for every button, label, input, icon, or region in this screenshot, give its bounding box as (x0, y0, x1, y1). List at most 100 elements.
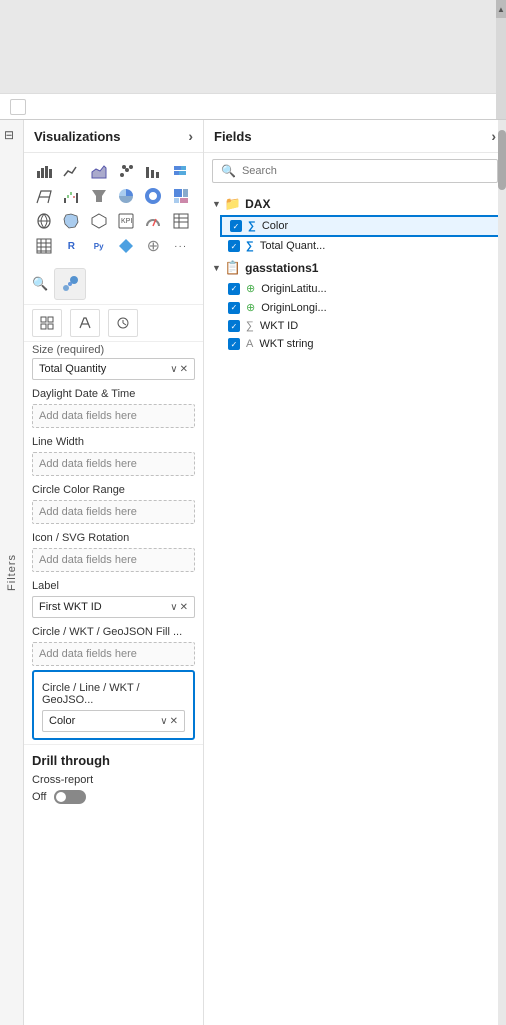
more-icon[interactable]: ··· (169, 234, 193, 258)
wkt-id-field-item[interactable]: ✓ ∑ WKT ID (220, 317, 506, 335)
fields-search-icon: 🔍 (221, 164, 236, 178)
dropdown-chevron: ∨ (170, 364, 177, 375)
donut-chart-icon[interactable] (141, 184, 165, 208)
right-scrollbar[interactable] (498, 120, 506, 1025)
filters-label: Filters (6, 554, 18, 591)
column-chart-icon[interactable] (141, 159, 165, 183)
total-quant-checkbox[interactable]: ✓ (228, 240, 240, 252)
origin-lat-checkbox[interactable]: ✓ (228, 283, 240, 295)
dax-group-items: ✓ ∑ Color ✓ ∑ Total Quant... (204, 215, 506, 255)
main-scrollbar[interactable]: ▲ (496, 0, 506, 119)
pie-chart-icon[interactable] (114, 184, 138, 208)
total-quantity-dropdown[interactable]: Total Quantity ∨ ✕ (32, 358, 195, 380)
top-bar-area: ▲ (0, 0, 506, 120)
cross-report-label: Cross-report (32, 774, 195, 786)
total-quant-type-icon: ∑ (246, 240, 254, 252)
origin-lat-field-name: OriginLatitu... (261, 283, 498, 295)
highlighted-section-label: Circle / Line / WKT / GeoJSO... (34, 676, 193, 708)
dropdown-clear[interactable]: ✕ (180, 364, 188, 375)
gasstations-group: ▼ 📋 gasstations1 ✓ ⊕ OriginLatitu... ✓ ⊕ (204, 257, 506, 353)
bar-chart-icon[interactable] (32, 159, 56, 183)
first-wkt-id-dropdown[interactable]: First WKT ID ∨ ✕ (32, 596, 195, 618)
circle-color-drop-zone[interactable]: Add data fields here (32, 500, 195, 524)
dax-group-header[interactable]: ▼ 📁 DAX (204, 193, 506, 215)
area-chart-icon[interactable] (87, 159, 111, 183)
wkt-string-checkbox[interactable]: ✓ (228, 338, 240, 350)
size-label: Size (required) (24, 342, 203, 356)
highlighted-section: Circle / Line / WKT / GeoJSO... Color ∨ … (32, 670, 195, 740)
origin-long-field-item[interactable]: ✓ ⊕ OriginLongi... (220, 298, 506, 317)
cross-report-toggle[interactable] (54, 790, 86, 804)
label-section-label: Label (24, 574, 203, 594)
scroll-thumb[interactable] (498, 130, 506, 190)
geojson-fill-label: Circle / WKT / GeoJSON Fill ... (24, 620, 203, 640)
visualizations-title: Visualizations (34, 129, 120, 144)
analytics-action-btn[interactable] (108, 309, 138, 337)
origin-lat-field-item[interactable]: ✓ ⊕ OriginLatitu... (220, 279, 506, 298)
wkt-string-type-icon: A (246, 338, 253, 350)
main-area: ⊟ Filters Visualizations › (0, 120, 506, 1025)
custom-viz-icon[interactable]: ⊕ (141, 234, 165, 258)
shape-map-icon[interactable] (87, 209, 111, 233)
top-partial-icon (10, 99, 26, 115)
waterfall-icon[interactable] (59, 184, 83, 208)
scatter-icon[interactable] (114, 159, 138, 183)
wkt-string-field-item[interactable]: ✓ A WKT string (220, 335, 506, 353)
fields-search-box[interactable]: 🔍 (212, 159, 498, 183)
filled-map-icon[interactable] (59, 209, 83, 233)
line-width-label: Line Width (24, 430, 203, 450)
azure-map-icon[interactable] (114, 234, 138, 258)
kpi-icon[interactable]: KPI (114, 209, 138, 233)
fields-header: Fields › (204, 120, 506, 153)
gasstations-group-header[interactable]: ▼ 📋 gasstations1 (204, 257, 506, 279)
daylight-drop-zone[interactable]: Add data fields here (32, 404, 195, 428)
origin-lat-type-icon: ⊕ (246, 282, 255, 295)
wkt-string-field-name: WKT string (259, 338, 498, 350)
fields-expand-icon[interactable]: › (491, 128, 496, 144)
color-dropdown-icons: ∨ ✕ (160, 716, 178, 727)
total-quant-field-item[interactable]: ✓ ∑ Total Quant... (220, 237, 506, 255)
format-action-btn[interactable] (70, 309, 100, 337)
viz-expand-icon[interactable]: › (188, 128, 193, 144)
fields-search-input[interactable] (242, 165, 489, 177)
r-script-icon[interactable]: R (59, 234, 83, 258)
gasstations-group-icon: 📋 (225, 260, 241, 276)
line-chart-icon[interactable] (59, 159, 83, 183)
wkt-id-checkbox[interactable]: ✓ (228, 320, 240, 332)
grid-action-btn[interactable] (32, 309, 62, 337)
svg-rotation-drop-zone[interactable]: Add data fields here (32, 548, 195, 572)
circle-color-range-label: Circle Color Range (24, 478, 203, 498)
origin-long-field-name: OriginLongi... (261, 302, 498, 314)
color-field-item[interactable]: ✓ ∑ Color (220, 215, 506, 237)
funnel-icon[interactable] (87, 184, 111, 208)
filter-icon: ⊟ (4, 128, 14, 142)
color-checkbox[interactable]: ✓ (230, 220, 242, 232)
selected-viz-icon[interactable] (54, 268, 86, 300)
treemap-icon[interactable] (169, 184, 193, 208)
color-field-value: Color (49, 715, 75, 727)
gasstations-group-arrow: ▼ (212, 263, 221, 273)
origin-long-checkbox[interactable]: ✓ (228, 302, 240, 314)
wkt-id-field-name: WKT ID (260, 320, 498, 332)
dax-group-arrow: ▼ (212, 199, 221, 209)
toggle-thumb (56, 792, 66, 802)
stacked-bar-icon[interactable] (169, 159, 193, 183)
filters-sidebar: ⊟ Filters (0, 120, 24, 1025)
python-icon[interactable]: Py (87, 234, 111, 258)
dax-group-icon: 📁 (225, 196, 241, 212)
matrix-icon[interactable] (32, 234, 56, 258)
geojson-fill-drop-zone[interactable]: Add data fields here (32, 642, 195, 666)
gauge-icon[interactable] (141, 209, 165, 233)
ribbon-icon[interactable] (32, 184, 56, 208)
table-icon[interactable] (169, 209, 193, 233)
scroll-up-arrow[interactable]: ▲ (496, 0, 506, 18)
line-width-drop-zone[interactable]: Add data fields here (32, 452, 195, 476)
label-dropdown-icons: ∨ ✕ (170, 602, 188, 613)
toggle-row: Off (32, 790, 195, 804)
viz-search-row: 🔍 (24, 264, 203, 305)
dropdown-icons: ∨ ✕ (170, 364, 188, 375)
origin-long-type-icon: ⊕ (246, 301, 255, 314)
map-icon[interactable] (32, 209, 56, 233)
color-field-dropdown[interactable]: Color ∨ ✕ (42, 710, 185, 732)
visualizations-header: Visualizations › (24, 120, 203, 153)
